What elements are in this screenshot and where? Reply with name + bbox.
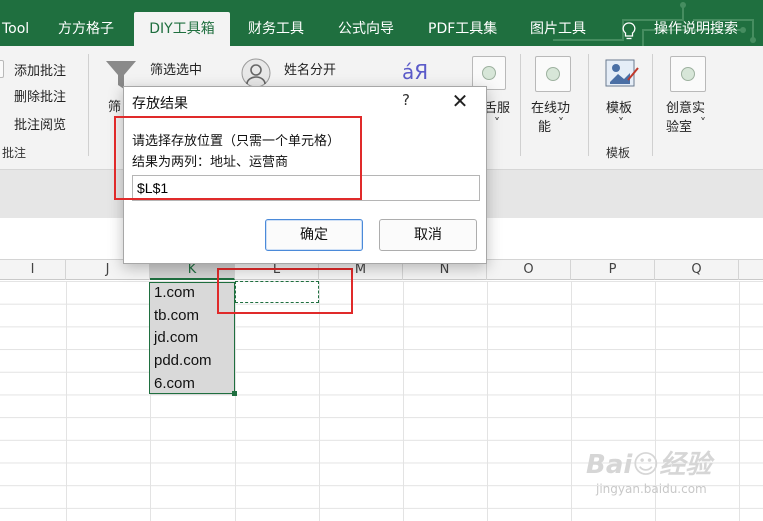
group-separator [588,54,589,156]
baidu-jingyan-watermark: Bai☺经验 jingyan.baidu.com [586,444,756,504]
close-icon[interactable]: ✕ [450,89,470,113]
tab-image-tools[interactable]: 图片工具 [522,12,594,46]
online-features-label-1[interactable]: 在线功 [531,97,570,116]
ok-button[interactable]: 确定 [265,219,363,251]
online-features-icon [535,56,571,92]
delete-comment-button[interactable]: 删除批注 [14,86,66,105]
tab-ffgz[interactable]: 方方格子 [50,12,122,46]
grid-line [66,281,67,521]
help-icon[interactable]: ? [398,91,414,109]
column-header-p[interactable]: P [571,260,655,280]
grid-line [235,281,236,521]
comment-group-label: 批注 [2,146,27,160]
filter-button-label[interactable]: 筛 [108,96,121,115]
partial-button-chevron: ˅ [494,116,500,130]
review-comments-button[interactable]: 批注阅览 [14,114,66,133]
addon-icon [472,56,506,90]
fill-handle[interactable] [232,391,237,396]
group-separator [652,54,653,156]
tab-formula-wizard[interactable]: 公式向导 [330,12,402,46]
template-chevron: ˅ [618,116,624,130]
person-icon [241,58,271,88]
lightbulb-icon [622,22,636,40]
grid-line [487,281,488,521]
tell-me-search[interactable]: 操作说明搜索 [646,12,746,46]
creative-lab-label-1[interactable]: 创意实 [666,97,705,116]
template-button-label[interactable]: 模板 [606,97,632,116]
highlight-box-l1 [217,268,353,314]
tab-finance-tools[interactable]: 财务工具 [240,12,312,46]
tab-pdf-tools[interactable]: PDF工具集 [420,12,505,46]
filter-selected-button[interactable]: 筛选选中 [150,59,202,78]
column-header-q[interactable]: Q [655,260,739,280]
online-features-chevron: ˅ [558,116,564,130]
watermark-logo: Bai☺经验 [586,450,712,480]
dialog-title: 存放结果 [132,96,188,112]
watermark-url: jingyan.baidu.com [596,482,707,496]
tab-tool[interactable]: Tool [0,12,37,46]
tab-diy-toolbox[interactable]: DIY工具箱 [134,12,230,46]
creative-lab-chevron: ˅ [700,116,706,130]
split-name-button[interactable]: 姓名分开 [284,59,336,78]
highlight-box-dialog [114,116,362,200]
add-comment-button[interactable]: 添加批注 [14,60,66,79]
grid-line [403,281,404,521]
template-group-label: 模板 [606,146,631,160]
group-separator [520,54,521,156]
creative-lab-icon [670,56,706,92]
cancel-button[interactable]: 取消 [379,219,477,251]
comment-add-icon [0,60,4,78]
online-features-label-2[interactable]: 能 [538,116,551,135]
ribbon-tab-bar: Tool 方方格子 DIY工具箱 财务工具 公式向导 PDF工具集 图片工具 操… [0,0,763,46]
column-header-i[interactable]: I [0,260,66,280]
template-icon [605,59,639,87]
partial-button-label[interactable]: 舌服 [484,97,510,116]
column-header-o[interactable]: O [487,260,571,280]
grid-line [319,281,320,521]
grid-line [571,281,572,521]
translate-icon[interactable]: áЯ [402,60,428,84]
group-separator [88,54,89,156]
creative-lab-label-2[interactable]: 验室 [666,116,692,135]
